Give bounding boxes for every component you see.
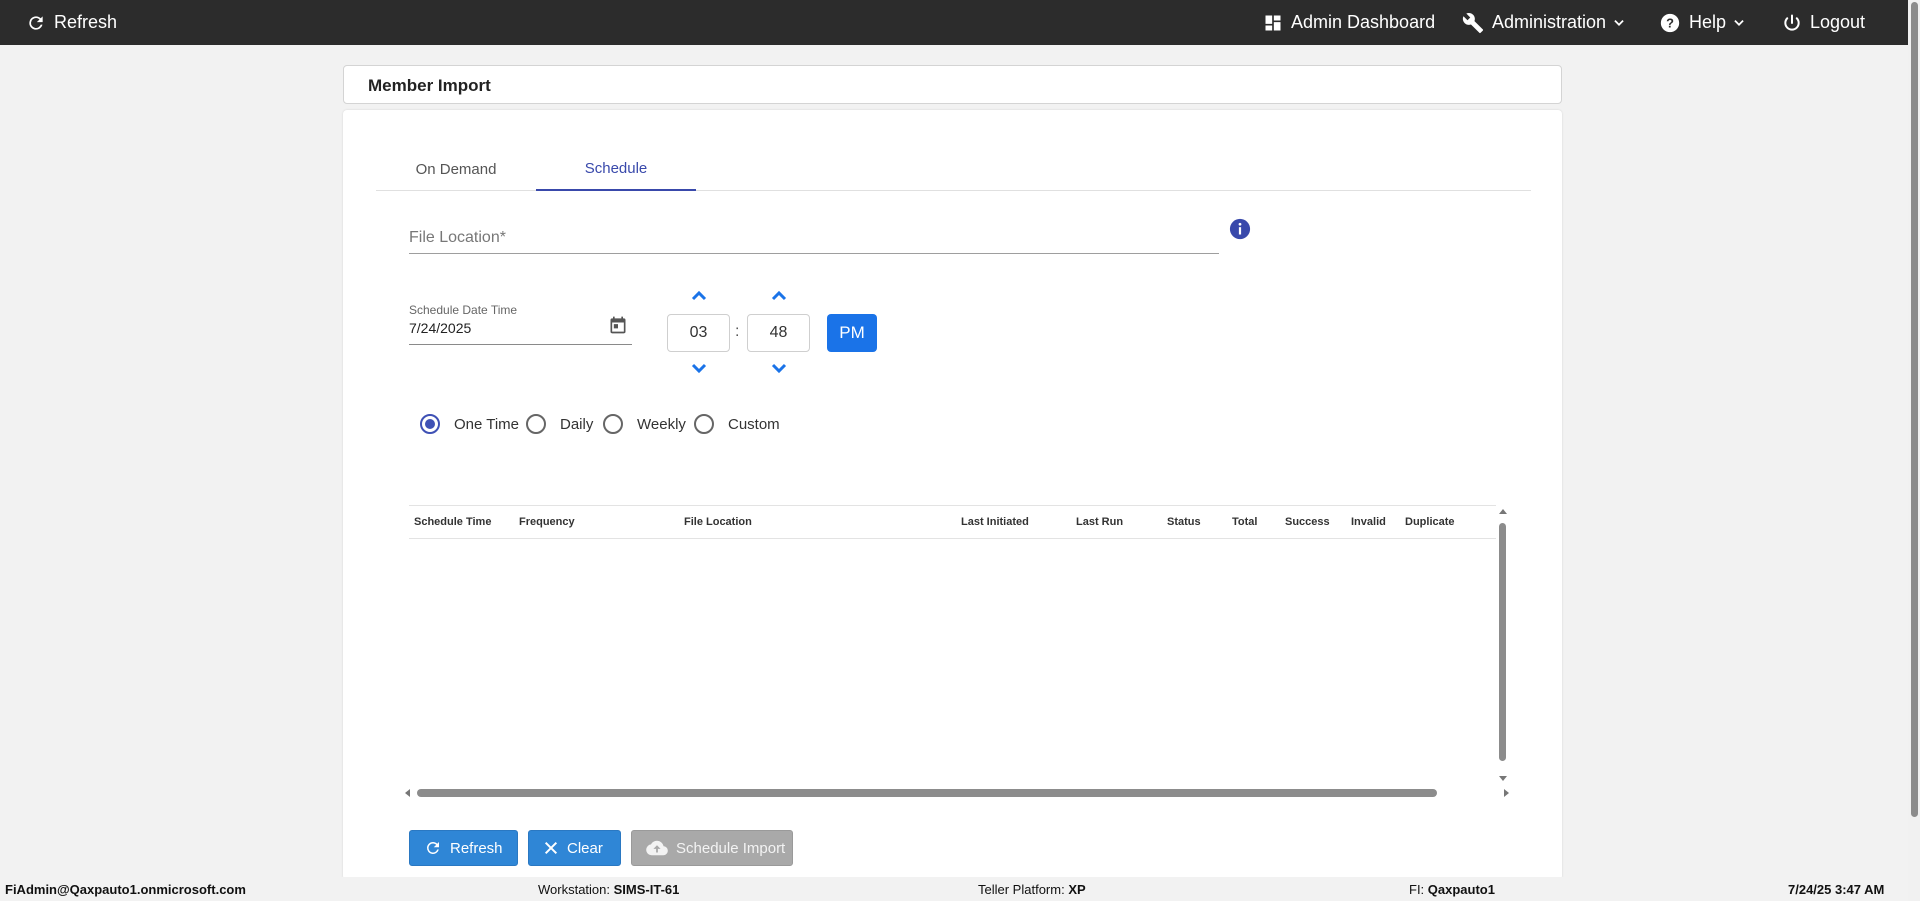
- grid-vertical-scrollbar[interactable]: [1497, 505, 1509, 781]
- admin-dashboard-label: Admin Dashboard: [1291, 12, 1436, 32]
- file-location-label: File Location*: [409, 229, 506, 246]
- page-scrollbar-thumb[interactable]: [1911, 2, 1918, 817]
- column-header-success[interactable]: Success: [1285, 516, 1330, 528]
- svg-text:?: ?: [1666, 15, 1674, 30]
- radio-custom[interactable]: Custom: [694, 414, 780, 434]
- help-circle-icon: ?: [1660, 13, 1680, 32]
- radio-one-time[interactable]: One Time: [420, 414, 519, 434]
- radio-daily-label: Daily: [560, 415, 594, 433]
- column-header-file-location[interactable]: File Location: [684, 516, 752, 528]
- footer-workstation: Workstation: SIMS-IT-61: [538, 882, 679, 897]
- calendar-icon[interactable]: [608, 315, 628, 335]
- radio-weekly-label: Weekly: [637, 415, 686, 433]
- footer-fi-label: FI:: [1409, 882, 1428, 897]
- meridian-toggle-button[interactable]: PM: [827, 314, 877, 352]
- column-header-total[interactable]: Total: [1232, 516, 1257, 528]
- schedule-grid: Schedule Time Frequency File Location La…: [409, 505, 1509, 781]
- admin-dashboard-link[interactable]: Admin Dashboard: [1263, 0, 1435, 45]
- grid-vertical-scrollbar-thumb[interactable]: [1499, 523, 1506, 761]
- member-import-card: On Demand Schedule File Location* Schedu…: [343, 110, 1562, 880]
- scroll-up-arrow-icon[interactable]: [1498, 507, 1508, 515]
- clear-button-label: Clear: [567, 839, 603, 857]
- column-header-frequency[interactable]: Frequency: [519, 516, 575, 528]
- minute-increment-icon[interactable]: [769, 288, 789, 302]
- administration-label: Administration: [1492, 12, 1607, 32]
- minute-decrement-icon[interactable]: [769, 362, 789, 376]
- column-header-last-initiated[interactable]: Last Initiated: [961, 516, 1029, 528]
- hour-increment-icon[interactable]: [689, 288, 709, 302]
- column-header-invalid[interactable]: Invalid: [1351, 516, 1386, 528]
- footer-user: FiAdmin@Qaxpauto1.onmicrosoft.com: [5, 882, 246, 897]
- topbar-refresh-label: Refresh: [54, 12, 118, 32]
- footer-fi: FI: Qaxpauto1: [1409, 882, 1495, 897]
- grid-header-row: Schedule Time Frequency File Location La…: [409, 505, 1496, 539]
- footer-platform: Teller Platform: XP: [978, 882, 1086, 897]
- tab-schedule[interactable]: Schedule: [536, 148, 696, 191]
- radio-circle: [694, 414, 714, 434]
- page-title-card: Member Import: [343, 65, 1562, 104]
- time-separator: :: [735, 323, 740, 340]
- schedule-import-button[interactable]: Schedule Import: [631, 830, 793, 866]
- column-header-duplicate[interactable]: Duplicate: [1405, 516, 1455, 528]
- refresh-icon: [427, 842, 439, 854]
- refresh-button-label: Refresh: [450, 839, 503, 857]
- grid-horizontal-scrollbar-thumb[interactable]: [417, 789, 1437, 797]
- schedule-date-field[interactable]: Schedule Date Time 7/24/2025: [409, 300, 632, 345]
- footer-platform-value: XP: [1068, 882, 1086, 897]
- close-icon: [544, 841, 558, 855]
- help-label: Help: [1689, 12, 1727, 32]
- column-header-status[interactable]: Status: [1167, 516, 1201, 528]
- topbar-refresh-button[interactable]: Refresh: [26, 0, 117, 45]
- radio-custom-label: Custom: [728, 415, 780, 433]
- schedule-date-label: Schedule Date Time: [409, 303, 518, 317]
- hour-decrement-icon[interactable]: [689, 362, 709, 376]
- footer-workstation-label: Workstation:: [538, 882, 614, 897]
- grid-horizontal-scrollbar[interactable]: [403, 786, 1513, 798]
- scroll-left-arrow-icon[interactable]: [403, 788, 411, 798]
- footer-workstation-value: SIMS-IT-61: [613, 882, 680, 897]
- radio-circle: [603, 414, 623, 434]
- wrench-icon: [1462, 12, 1484, 33]
- footer-fi-value: Qaxpauto1: [1427, 882, 1495, 897]
- dashboard-icon: [1265, 15, 1281, 30]
- minute-input[interactable]: 48: [747, 314, 810, 352]
- scroll-right-arrow-icon[interactable]: [1503, 788, 1511, 798]
- tab-on-demand[interactable]: On Demand: [376, 148, 536, 191]
- radio-weekly[interactable]: Weekly: [603, 414, 686, 434]
- radio-daily[interactable]: Daily: [526, 414, 593, 434]
- radio-one-time-label: One Time: [454, 415, 520, 433]
- chevron-down-icon: [1614, 19, 1624, 26]
- radio-circle: [420, 414, 440, 434]
- column-header-last-run[interactable]: Last Run: [1076, 516, 1123, 528]
- radio-circle: [526, 414, 546, 434]
- cloud-upload-icon: [646, 840, 668, 856]
- schedule-date-value: 7/24/2025: [409, 320, 472, 336]
- refresh-button[interactable]: Refresh: [409, 830, 518, 866]
- logout-button[interactable]: Logout: [1782, 0, 1865, 45]
- hour-input[interactable]: 03: [667, 314, 730, 352]
- help-menu[interactable]: ? Help: [1659, 0, 1754, 45]
- tab-bar: On Demand Schedule: [376, 148, 1531, 191]
- refresh-icon: [29, 15, 43, 30]
- footer-datetime: 7/24/25 3:47 AM: [1788, 882, 1885, 897]
- page-scrollbar[interactable]: [1908, 0, 1920, 901]
- administration-menu[interactable]: Administration: [1462, 0, 1634, 45]
- power-icon: [1784, 14, 1800, 31]
- footer-platform-label: Teller Platform:: [978, 882, 1069, 897]
- info-icon[interactable]: [1229, 218, 1251, 240]
- schedule-import-button-label: Schedule Import: [676, 839, 786, 857]
- file-location-field[interactable]: File Location*: [409, 222, 1219, 254]
- clear-button[interactable]: Clear: [528, 830, 621, 866]
- status-footer: FiAdmin@Qaxpauto1.onmicrosoft.com Workst…: [0, 877, 1908, 901]
- scroll-down-arrow-icon[interactable]: [1498, 775, 1508, 783]
- top-navigation-bar: Refresh Admin Dashboard Administration ?…: [0, 0, 1908, 45]
- page-title: Member Import: [368, 76, 491, 95]
- chevron-down-icon: [1734, 19, 1744, 26]
- logout-label: Logout: [1810, 12, 1866, 32]
- column-header-schedule-time[interactable]: Schedule Time: [414, 516, 491, 528]
